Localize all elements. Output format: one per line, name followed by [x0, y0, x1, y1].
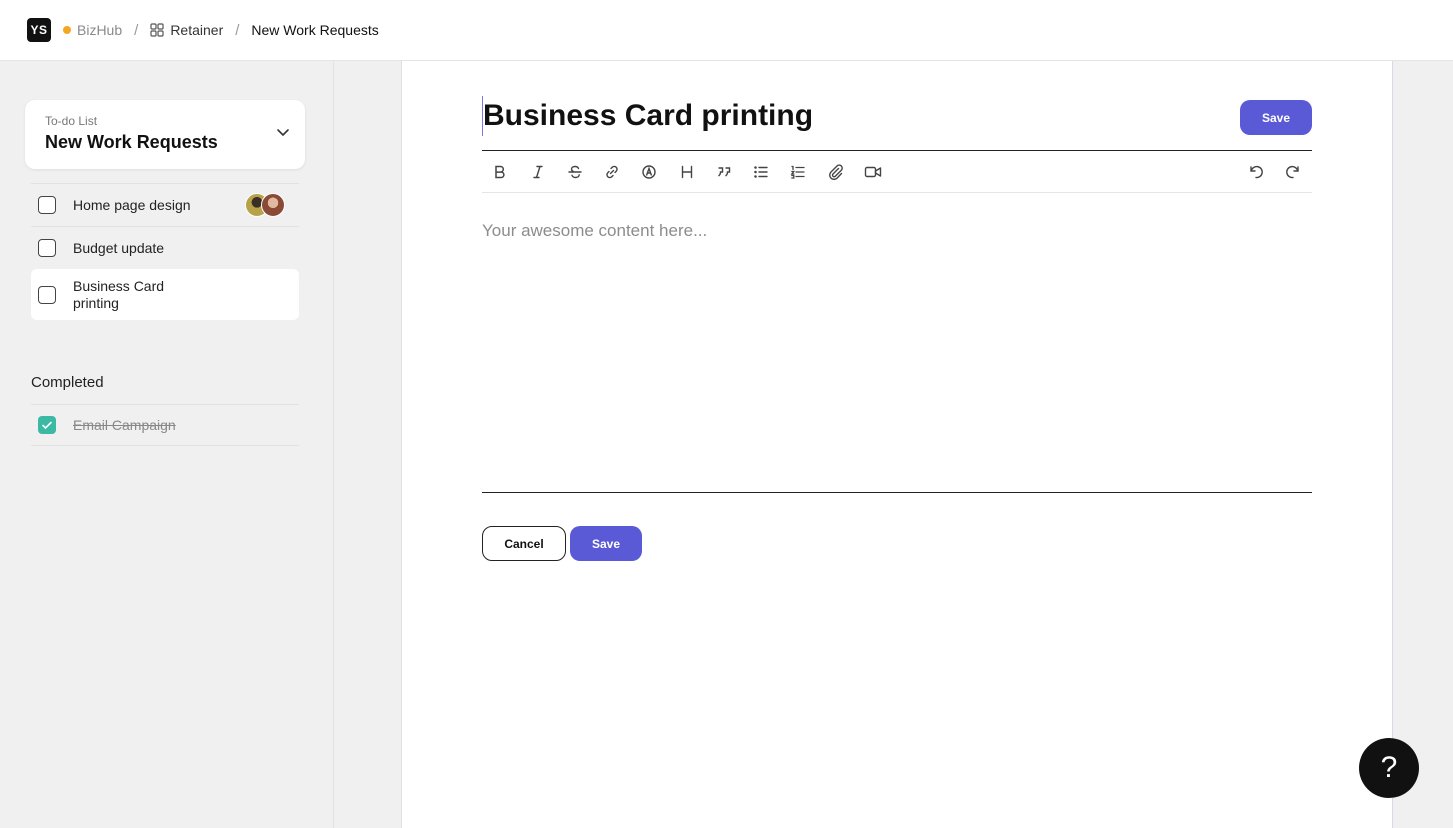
bold-icon[interactable] [490, 162, 510, 182]
heading-icon[interactable] [677, 162, 697, 182]
list-item[interactable]: Home page design [31, 183, 299, 226]
selector-label: To-do List [45, 114, 98, 128]
completed-list: Email Campaign [31, 404, 299, 446]
sidebar: To-do List New Work Requests Home page d… [0, 61, 334, 828]
task-checkbox[interactable] [38, 239, 56, 257]
task-label: Budget update [73, 239, 165, 256]
breadcrumb-bizhub[interactable]: BizHub [77, 22, 122, 38]
breadcrumb-separator: / [235, 21, 240, 39]
italic-icon[interactable] [528, 162, 548, 182]
bullet-list-icon[interactable] [751, 162, 771, 182]
quote-icon[interactable] [714, 162, 734, 182]
breadcrumb-retainer[interactable]: Retainer [170, 22, 223, 38]
content-editor[interactable]: Your awesome content here... [482, 193, 1312, 493]
check-icon [42, 421, 52, 430]
save-title-button[interactable]: Save [1240, 100, 1312, 135]
todo-list-selector[interactable]: To-do List New Work Requests [25, 100, 305, 169]
selector-value: New Work Requests [45, 132, 218, 152]
attachment-icon[interactable] [826, 162, 846, 182]
editor-placeholder: Your awesome content here... [482, 221, 708, 240]
project-status-dot [63, 26, 71, 34]
avatar [261, 193, 285, 217]
top-bar: YS BizHub / Retainer / New Work Requests [0, 0, 1453, 61]
breadcrumb-separator: / [134, 21, 139, 39]
list-item[interactable]: Email Campaign [31, 404, 299, 446]
task-checkbox[interactable] [38, 196, 56, 214]
grid-icon [150, 23, 164, 37]
list-item[interactable]: Budget update [31, 226, 299, 269]
assignee-avatars[interactable] [245, 193, 285, 217]
redo-icon[interactable] [1283, 162, 1303, 182]
save-button[interactable]: Save [570, 526, 642, 561]
undo-icon[interactable] [1246, 162, 1266, 182]
list-item-active[interactable]: Business Card printing [31, 269, 299, 320]
task-checkbox[interactable] [38, 285, 56, 304]
link-icon[interactable] [602, 162, 622, 182]
cancel-button[interactable]: Cancel [482, 526, 566, 561]
help-button[interactable]: ? [1359, 738, 1419, 798]
completed-heading: Completed [31, 374, 104, 391]
chevron-down-icon [276, 125, 290, 144]
task-label: Business Card printing [73, 277, 165, 311]
task-label: Email Campaign [73, 417, 176, 433]
numbered-list-icon[interactable] [788, 162, 808, 182]
formatting-toolbar [482, 151, 1312, 193]
task-list: Home page design Budget update Business … [31, 183, 299, 320]
strikethrough-icon[interactable] [565, 162, 585, 182]
breadcrumb-current: New Work Requests [251, 22, 379, 38]
workspace-logo[interactable]: YS [27, 18, 51, 42]
video-icon[interactable] [863, 162, 883, 182]
task-label: Home page design [73, 196, 191, 213]
task-title-input[interactable]: Business Card printing [482, 96, 1222, 136]
mention-icon[interactable] [639, 162, 659, 182]
task-checkbox-checked[interactable] [38, 416, 56, 434]
